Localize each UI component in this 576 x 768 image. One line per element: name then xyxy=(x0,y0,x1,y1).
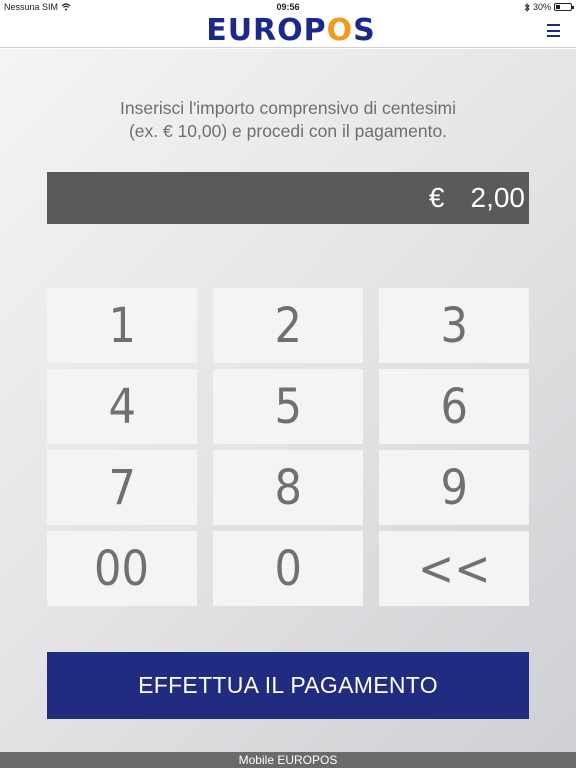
battery-percent: 30% xyxy=(532,2,551,12)
europos-logo: EUROPOS xyxy=(206,13,376,48)
pay-button[interactable]: EFFETTUA IL PAGAMENTO xyxy=(47,652,529,719)
battery-icon xyxy=(554,3,574,11)
currency-symbol: € xyxy=(428,182,445,213)
key-4[interactable]: 4 xyxy=(47,369,197,444)
numeric-keypad: 1 2 3 4 5 6 7 8 9 00 0 << xyxy=(47,288,529,606)
main-content: Inserisci l'importo comprensivo di cente… xyxy=(0,49,576,752)
footer-bar: Mobile EUROPOS xyxy=(0,752,576,768)
instructions-text: Inserisci l'importo comprensivo di cente… xyxy=(0,97,576,143)
bluetooth-icon xyxy=(524,2,530,12)
amount-display: € 2,00 xyxy=(47,172,529,224)
key-9[interactable]: 9 xyxy=(379,450,529,525)
instruction-line-1: Inserisci l'importo comprensivo di cente… xyxy=(120,98,456,118)
key-7[interactable]: 7 xyxy=(47,450,197,525)
key-6[interactable]: 6 xyxy=(379,369,529,444)
key-1[interactable]: 1 xyxy=(47,288,197,363)
battery-fill xyxy=(556,5,561,9)
key-00[interactable]: 00 xyxy=(47,531,197,606)
key-5[interactable]: 5 xyxy=(213,369,363,444)
instruction-line-2: (ex. € 10,00) e procedi con il pagamento… xyxy=(128,121,448,141)
status-bar: Nessuna SIM 09:56 30% xyxy=(0,0,576,14)
key-8[interactable]: 8 xyxy=(213,450,363,525)
key-2[interactable]: 2 xyxy=(213,288,363,363)
backspace-key[interactable]: << xyxy=(379,531,529,606)
key-0[interactable]: 0 xyxy=(213,531,363,606)
status-right: 30% xyxy=(524,2,574,12)
key-3[interactable]: 3 xyxy=(379,288,529,363)
amount-value: 2,00 xyxy=(470,182,526,213)
clock: 09:56 xyxy=(276,2,300,12)
app-header: EUROPOS xyxy=(0,14,576,48)
hamburger-menu-icon[interactable] xyxy=(547,24,560,37)
footer-text: Mobile EUROPOS xyxy=(238,753,338,767)
